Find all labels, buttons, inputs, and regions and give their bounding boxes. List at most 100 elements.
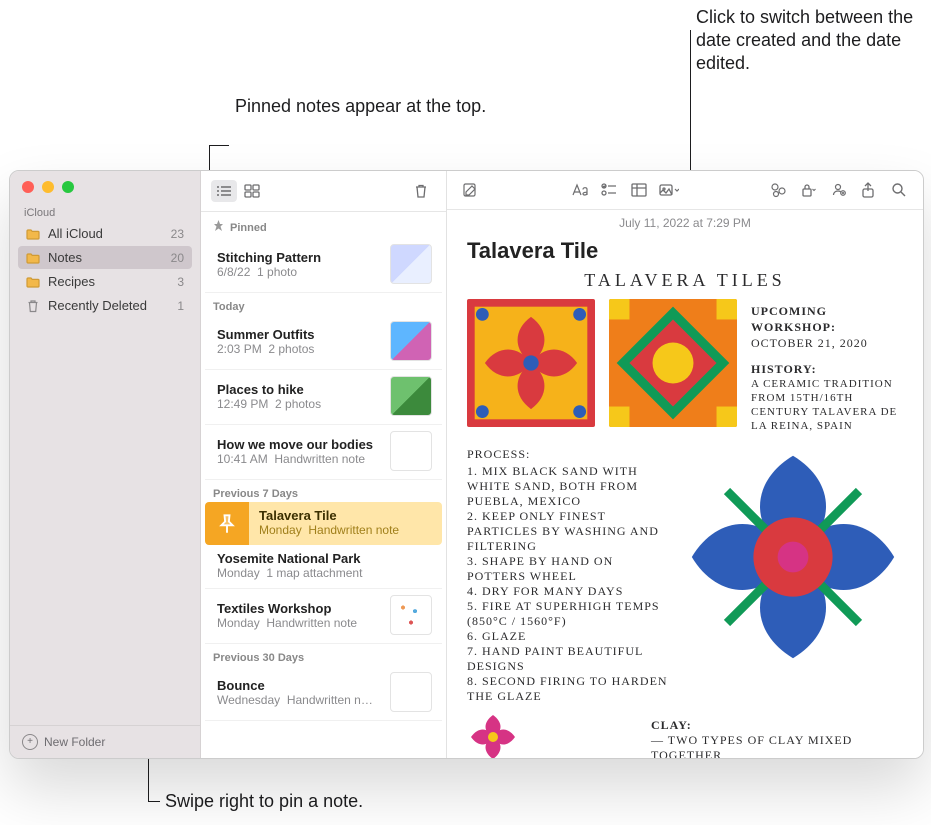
- sidebar-folder-list: All iCloud 23 Notes 20Recipes 3 Recently Dele…: [10, 221, 200, 318]
- note-row[interactable]: Stitching Pattern6/8/22 1 photo: [205, 238, 442, 293]
- callout-line: [209, 145, 229, 146]
- note-row-sub: 12:49 PM 2 photos: [217, 397, 382, 411]
- note-row[interactable]: Textiles WorkshopMonday Handwritten note: [205, 589, 442, 644]
- folder-icon: [26, 251, 40, 265]
- clay-item: — TWO TYPES OF CLAY MIXED TOGETHER: [651, 733, 903, 758]
- note-row-title: Summer Outfits: [217, 327, 382, 342]
- delete-note-button[interactable]: [408, 180, 434, 202]
- media-menu-button[interactable]: [656, 179, 682, 201]
- new-folder-button[interactable]: + New Folder: [10, 725, 200, 758]
- note-row-sub: Monday Handwritten note: [217, 616, 382, 630]
- sidebar-item-recently-deleted[interactable]: Recently Deleted 1: [18, 294, 192, 317]
- note-row-title: Bounce: [217, 678, 382, 693]
- collaborate-button[interactable]: [825, 179, 851, 201]
- tile-image-4: [467, 714, 637, 758]
- note-body[interactable]: Talavera Tile TALAVERA TILES: [447, 232, 923, 758]
- note-row-title: Stitching Pattern: [217, 250, 382, 265]
- note-list: PinnedStitching Pattern6/8/22 1 photoTod…: [201, 212, 446, 758]
- sidebar-item-count: 23: [171, 227, 184, 241]
- process-list: 1. MIX BLACK SAND WITH WHITE SAND, BOTH …: [467, 464, 669, 704]
- gallery-view-button[interactable]: [239, 180, 265, 202]
- sidebar-item-count: 3: [177, 275, 184, 289]
- sidebar-item-all-icloud[interactable]: All iCloud 23: [18, 222, 192, 245]
- sidebar-item-label: All iCloud: [48, 226, 163, 241]
- note-row-sub: 2:03 PM 2 photos: [217, 342, 382, 356]
- note-row[interactable]: Yosemite National ParkMonday 1 map attac…: [205, 545, 442, 589]
- process-item: 8. SECOND FIRING TO HARDEN THE GLAZE: [467, 674, 669, 704]
- sidebar-item-count: 1: [177, 299, 184, 313]
- minimize-window-button[interactable]: [42, 181, 54, 193]
- process-row: PROCESS: 1. MIX BLACK SAND WITH WHITE SA…: [467, 447, 903, 704]
- list-view-button[interactable]: [211, 180, 237, 202]
- compose-note-button[interactable]: [457, 179, 483, 201]
- list-group-header: Today: [201, 293, 446, 315]
- callout-date: Click to switch between the date created…: [696, 6, 916, 75]
- sidebar-item-notes[interactable]: Notes 20: [18, 246, 192, 269]
- trash-icon: [26, 299, 40, 313]
- note-row[interactable]: Summer Outfits2:03 PM 2 photos: [205, 315, 442, 370]
- callout-swipe: Swipe right to pin a note.: [165, 790, 363, 813]
- note-row-sub: Wednesday Handwritten n…: [217, 693, 382, 707]
- note-row-title: Talavera Tile: [259, 508, 432, 523]
- tile-image-2: [609, 299, 737, 427]
- note-row-title: Yosemite National Park: [217, 551, 432, 566]
- note-title: Talavera Tile: [467, 238, 903, 264]
- note-row-thumb: [390, 376, 432, 416]
- note-detail: July 11, 2022 at 7:29 PM Talavera Tile T…: [447, 171, 923, 758]
- note-row[interactable]: BounceWednesday Handwritten n…: [205, 666, 442, 721]
- sidebar-item-label: Recently Deleted: [48, 298, 169, 313]
- note-row-sub: 6/8/22 1 photo: [217, 265, 382, 279]
- note-row-title: How we move our bodies: [217, 437, 382, 452]
- note-row-title: Places to hike: [217, 382, 382, 397]
- list-toolbar: [201, 171, 446, 212]
- note-row-thumb: [390, 244, 432, 284]
- process-item: 4. DRY FOR MANY DAYS: [467, 584, 669, 599]
- note-list-column: PinnedStitching Pattern6/8/22 1 photoTod…: [201, 171, 447, 758]
- close-window-button[interactable]: [22, 181, 34, 193]
- process-item: 6. GLAZE: [467, 629, 669, 644]
- share-button[interactable]: [855, 179, 881, 201]
- pin-icon: [213, 220, 224, 236]
- note-row-sub: 10:41 AM Handwritten note: [217, 452, 382, 466]
- detail-toolbar: [447, 171, 923, 210]
- callout-line: [148, 801, 160, 802]
- format-text-button[interactable]: [566, 179, 592, 201]
- window-controls: [10, 171, 200, 197]
- sidebar-section-header: iCloud: [10, 197, 200, 221]
- callout-pinned: Pinned notes appear at the top.: [235, 95, 486, 118]
- note-row[interactable]: Talavera TileMonday Handwritten note: [205, 502, 442, 545]
- sidebar-item-recipes[interactable]: Recipes 3: [18, 270, 192, 293]
- sidebar-item-count: 20: [171, 251, 184, 265]
- pin-action[interactable]: [205, 502, 249, 545]
- hero-row: UPCOMING WORKSHOP: OCTOBER 21, 2020 HIST…: [467, 299, 903, 433]
- plus-icon: +: [22, 734, 38, 750]
- note-row-thumb: [390, 595, 432, 635]
- note-row-thumb: [390, 321, 432, 361]
- list-group-header: Pinned: [201, 212, 446, 238]
- handwritten-heading: TALAVERA TILES: [467, 270, 903, 291]
- clay-list: — TWO TYPES OF CLAY MIXED TOGETHER— ONLY…: [651, 733, 903, 758]
- checklist-button[interactable]: [596, 179, 622, 201]
- note-row-sub: Monday 1 map attachment: [217, 566, 432, 580]
- process-item: 2. KEEP ONLY FINEST PARTICLES BY WASHING…: [467, 509, 669, 554]
- process-item: 1. MIX BLACK SAND WITH WHITE SAND, BOTH …: [467, 464, 669, 509]
- note-row[interactable]: Places to hike12:49 PM 2 photos: [205, 370, 442, 425]
- zoom-window-button[interactable]: [62, 181, 74, 193]
- process-item: 5. FIRE AT SUPERHIGH TEMPS (850°C / 1560…: [467, 599, 669, 629]
- note-row-sub: Monday Handwritten note: [259, 523, 432, 537]
- tile-image-1: [467, 299, 595, 427]
- link-notes-button[interactable]: [765, 179, 791, 201]
- sidebar-item-label: Notes: [48, 250, 163, 265]
- tile-image-3: [683, 447, 903, 667]
- lock-note-button[interactable]: [795, 179, 821, 201]
- search-button[interactable]: [885, 179, 911, 201]
- list-group-header: Previous 30 Days: [201, 644, 446, 666]
- list-group-header: Previous 7 Days: [201, 480, 446, 502]
- note-timestamp[interactable]: July 11, 2022 at 7:29 PM: [447, 210, 923, 232]
- note-row[interactable]: How we move our bodies10:41 AM Handwritt…: [205, 425, 442, 480]
- sidebar-item-label: Recipes: [48, 274, 169, 289]
- new-folder-label: New Folder: [44, 735, 105, 749]
- note-row-thumb: [390, 431, 432, 471]
- table-button[interactable]: [626, 179, 652, 201]
- hero-side-copy: UPCOMING WORKSHOP: OCTOBER 21, 2020 HIST…: [751, 299, 903, 433]
